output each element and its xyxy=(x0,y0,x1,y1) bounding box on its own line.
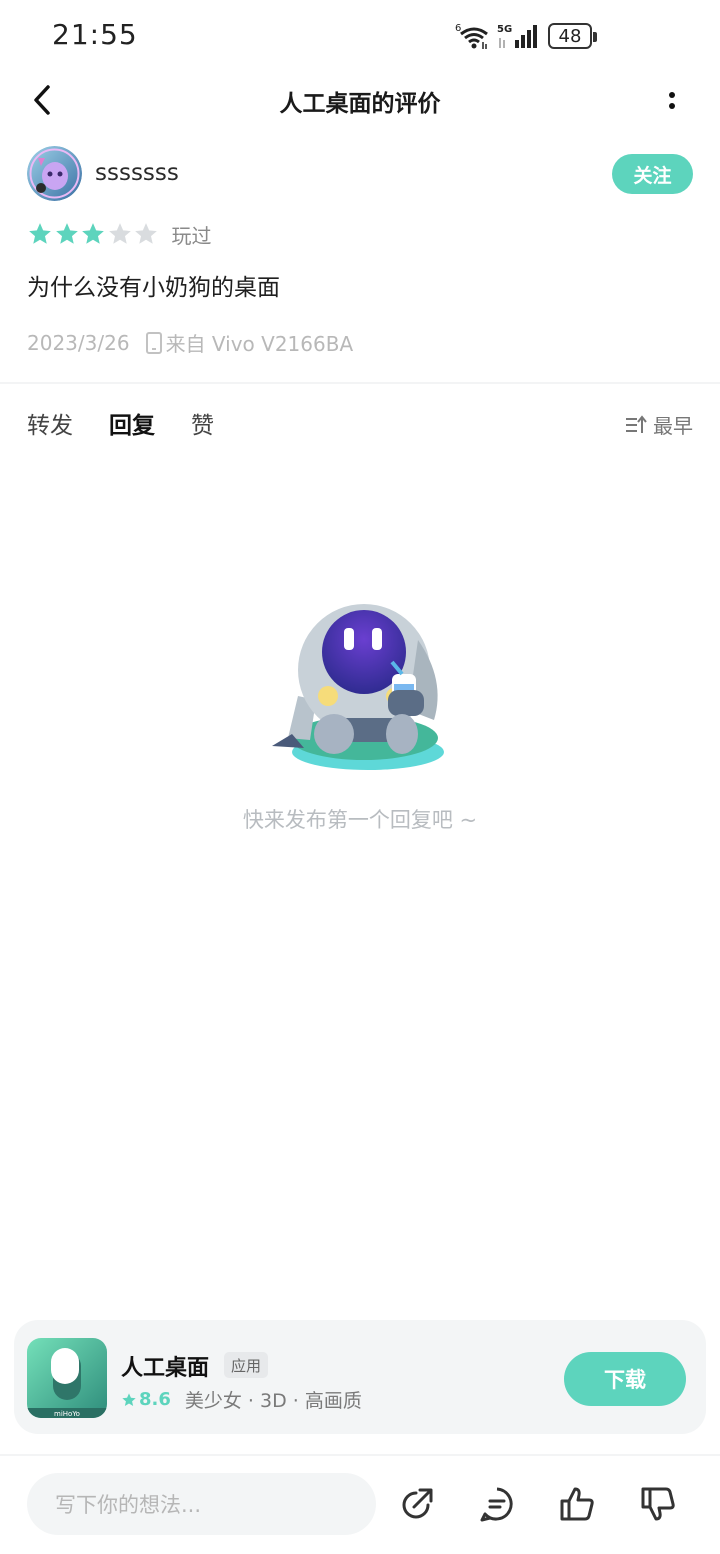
sort-icon xyxy=(626,414,647,433)
app-score: 8.6 xyxy=(139,1389,171,1410)
battery-indicator: 48 xyxy=(548,23,597,49)
download-button[interactable]: 下载 xyxy=(564,1352,686,1406)
star-icon-filled xyxy=(82,223,104,244)
empty-state-mascot xyxy=(268,600,460,776)
tab-replies-label: 回复 xyxy=(109,413,155,439)
tab-forward[interactable]: 转发 xyxy=(27,406,73,446)
rating-row: 玩过 xyxy=(27,218,212,250)
avatar-image xyxy=(27,146,82,201)
star-icon-filled xyxy=(55,223,78,244)
more-options-button[interactable] xyxy=(656,80,688,120)
tab-likes[interactable]: 赞 xyxy=(191,406,214,446)
review-meta: 2023/3/26 来自 Vivo V2166BA xyxy=(27,328,353,357)
star-icon xyxy=(122,1392,136,1406)
header: 人工桌面的评价 xyxy=(0,72,720,130)
reviewer-row: sssssss 关注 xyxy=(27,146,693,202)
app-subline: 8.6 美少女 · 3D · 高画质 xyxy=(121,1386,362,1413)
phone-icon xyxy=(145,331,162,354)
app-icon-image: miHoYo xyxy=(27,1338,107,1418)
network-label: 5G xyxy=(497,24,512,35)
avatar[interactable] xyxy=(27,146,82,201)
follow-button[interactable]: 关注 xyxy=(612,154,693,194)
robot-mascot-illustration xyxy=(272,604,444,770)
star-icon-empty xyxy=(108,223,131,244)
tab-replies[interactable]: 回复 xyxy=(109,406,155,446)
like-button[interactable] xyxy=(555,1482,599,1526)
comment-input[interactable]: 写下你的想法... xyxy=(27,1473,376,1535)
review-device: 来自 Vivo V2166BA xyxy=(165,332,354,356)
username[interactable]: sssssss xyxy=(95,160,179,186)
divider xyxy=(0,1454,720,1456)
app-type-tag: 应用 xyxy=(224,1352,269,1378)
more-vertical-icon xyxy=(669,92,675,109)
tab-bar: 转发 回复 赞 xyxy=(27,406,214,446)
sort-label: 最早 xyxy=(653,414,693,438)
wifi-icon: 6 xyxy=(455,23,488,49)
signal-icon: 5G xyxy=(497,24,537,48)
app-icon: miHoYo xyxy=(27,1338,107,1418)
star-icon-empty xyxy=(135,223,157,244)
app-name: 人工桌面 xyxy=(121,1356,210,1381)
comment-button[interactable] xyxy=(475,1482,519,1526)
empty-state-text: 快来发布第一个回复吧 ~ xyxy=(242,808,478,832)
status-bar: 21:55 6 5G 48 xyxy=(0,0,720,72)
status-time: 21:55 xyxy=(52,18,138,51)
played-label: 玩过 xyxy=(171,223,212,248)
star-icon-filled xyxy=(29,223,51,244)
app-tags: 美少女 · 3D · 高画质 xyxy=(184,1390,362,1412)
status-icons: 6 5G xyxy=(455,22,541,50)
dislike-button[interactable] xyxy=(636,1482,680,1526)
divider xyxy=(0,382,720,384)
share-icon xyxy=(402,1488,433,1519)
sort-button[interactable]: 最早 xyxy=(625,410,693,439)
thumbs-down-icon xyxy=(641,1487,675,1521)
review-date: 2023/3/26 xyxy=(27,330,130,355)
page-title: 人工桌面的评价 xyxy=(279,91,441,117)
share-button[interactable] xyxy=(395,1482,439,1526)
review-text: 为什么没有小奶狗的桌面 xyxy=(27,275,280,301)
battery-level: 48 xyxy=(558,25,582,47)
app-icon-brand: miHoYo xyxy=(54,1410,80,1418)
app-card[interactable]: miHoYo 人工桌面 应用 8.6 美少女 · 3D · 高画质 下载 xyxy=(14,1320,706,1434)
thumbs-up-icon xyxy=(560,1487,594,1521)
svg-text:6: 6 xyxy=(455,23,461,34)
comment-icon xyxy=(480,1487,513,1522)
